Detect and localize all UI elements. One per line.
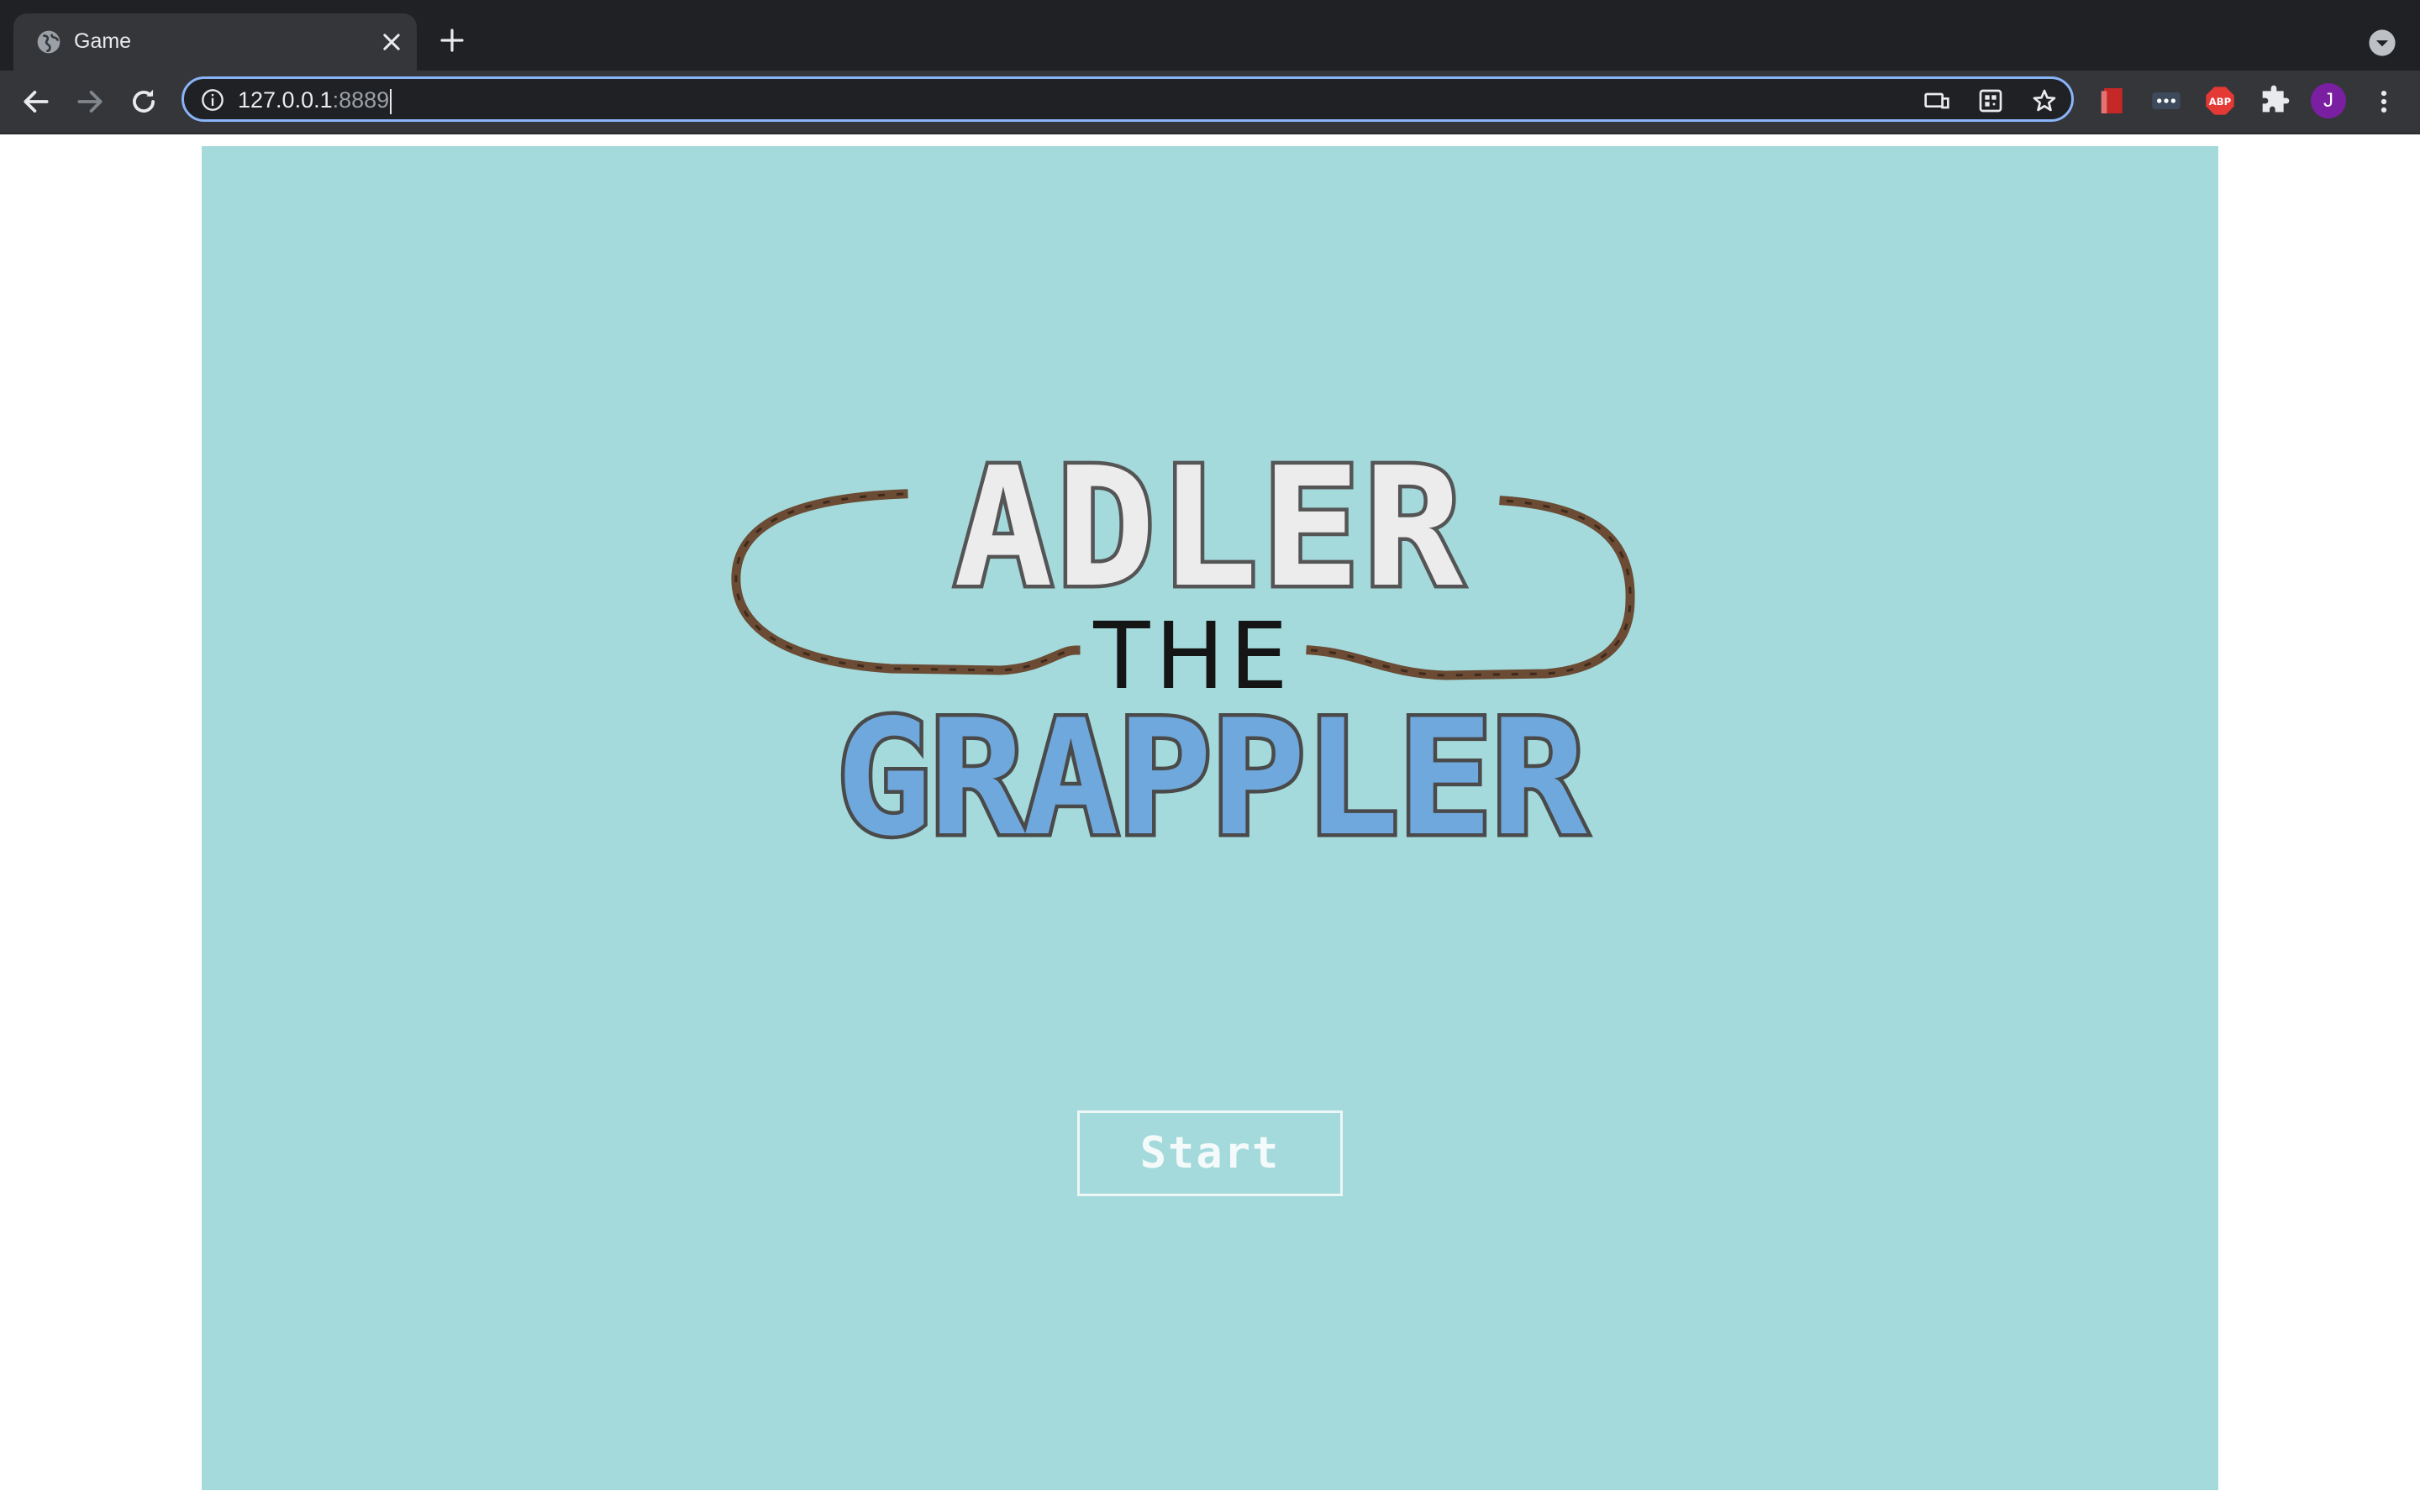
globe-icon <box>37 30 60 54</box>
cast-device-icon[interactable] <box>1923 87 1950 114</box>
url-text: 127.0.0.1:8889 <box>238 86 392 114</box>
logo-line-adler: ADLER <box>954 449 1466 624</box>
tab-game[interactable]: Game <box>13 13 417 71</box>
tab-title: Game <box>74 29 132 53</box>
browser-toolbar: 127.0.0.1:8889 ABP J <box>0 71 2420 134</box>
close-tab-icon[interactable] <box>380 30 403 54</box>
logo-line-grappler: GRAPPLER <box>835 685 1587 843</box>
back-arrow-icon[interactable] <box>20 86 52 118</box>
bookmark-star-icon[interactable] <box>2031 87 2058 114</box>
tab-search-icon[interactable] <box>2368 29 2396 57</box>
svg-text:ABP: ABP <box>2209 96 2232 108</box>
start-button-label: Start <box>1139 1128 1281 1179</box>
forward-arrow-icon[interactable] <box>74 86 106 118</box>
page-viewport: ADLER THE GRAPPLER Start <box>0 134 2420 1512</box>
bookmark-extension-icon[interactable] <box>2096 84 2129 118</box>
more-menu-icon[interactable] <box>2370 86 2398 118</box>
game-title-logo: ADLER THE GRAPPLER <box>731 449 1635 843</box>
qr-code-icon[interactable] <box>1977 87 2004 114</box>
text-caret <box>390 88 392 114</box>
start-button[interactable]: Start <box>1077 1110 1343 1196</box>
adblock-extension-icon[interactable]: ABP <box>2203 84 2237 118</box>
site-info-icon[interactable] <box>201 88 224 112</box>
address-bar[interactable]: 127.0.0.1:8889 <box>182 76 2074 122</box>
profile-avatar[interactable]: J <box>2311 83 2346 118</box>
game-canvas[interactable]: ADLER THE GRAPPLER Start <box>202 146 2218 1490</box>
password-extension-icon[interactable] <box>2149 84 2183 118</box>
puzzle-extensions-icon[interactable] <box>2257 84 2291 118</box>
tab-strip: Game <box>0 0 2420 71</box>
new-tab-icon[interactable] <box>439 27 466 54</box>
reload-icon[interactable] <box>128 86 160 118</box>
url-host: 127.0.0.1 <box>238 87 333 113</box>
url-port: :8889 <box>332 87 390 113</box>
